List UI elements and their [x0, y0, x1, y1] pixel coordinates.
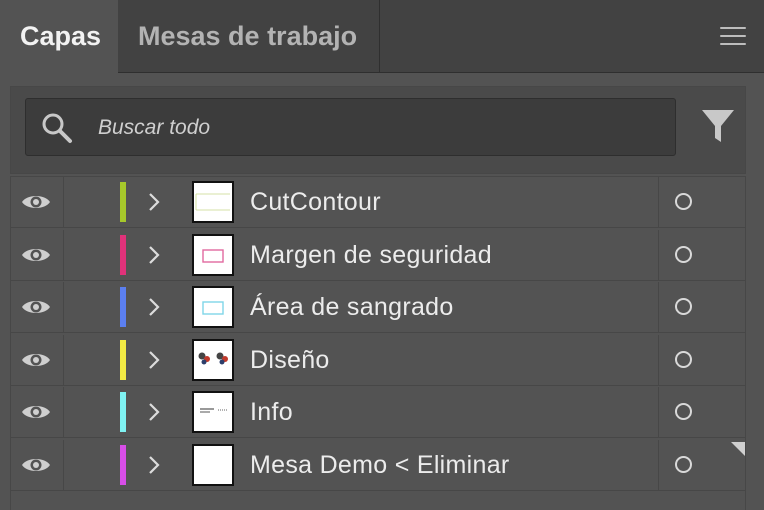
layers-list: CutContour Margen de seguridad Área de san…: [10, 176, 746, 510]
layer-row[interactable]: Diseño: [11, 334, 745, 386]
layer-row[interactable]: Área de sangrado: [11, 282, 745, 333]
target-circle-icon[interactable]: [675, 193, 692, 210]
layer-name[interactable]: Área de sangrado: [250, 282, 454, 333]
layer-color-swatch: [120, 287, 126, 327]
column-divider: [658, 439, 659, 490]
layer-thumbnail: [192, 443, 234, 486]
search-input[interactable]: [96, 99, 670, 157]
filter-icon[interactable]: [701, 108, 735, 144]
eye-icon[interactable]: [21, 350, 51, 370]
chevron-right-icon[interactable]: [147, 297, 161, 317]
layer-thumbnail: [192, 391, 234, 433]
chevron-right-icon[interactable]: [147, 402, 161, 422]
layer-name[interactable]: Info: [250, 387, 293, 438]
layer-row[interactable]: Margen de seguridad: [11, 229, 745, 281]
panel-tab-bar: Capas Mesas de trabajo: [0, 0, 764, 73]
column-divider: [658, 334, 659, 385]
target-circle-icon[interactable]: [675, 298, 692, 315]
layer-color-swatch: [120, 234, 126, 275]
column-divider: [63, 229, 64, 280]
chevron-right-icon[interactable]: [147, 455, 161, 475]
layer-row[interactable]: Info: [11, 387, 745, 438]
layer-name[interactable]: CutContour: [250, 177, 381, 228]
chevron-right-icon[interactable]: [147, 350, 161, 370]
column-divider: [63, 334, 64, 385]
chevron-right-icon[interactable]: [147, 192, 161, 212]
search-box[interactable]: [25, 98, 676, 157]
eye-icon[interactable]: [21, 455, 51, 475]
layer-name[interactable]: Diseño: [250, 335, 330, 386]
eye-icon[interactable]: [21, 192, 51, 212]
column-divider: [658, 387, 659, 437]
target-circle-icon[interactable]: [675, 455, 692, 473]
column-divider: [63, 439, 64, 490]
target-circle-icon[interactable]: [675, 245, 692, 263]
layer-thumbnail: [192, 233, 234, 276]
column-divider: [63, 387, 64, 437]
tab-mesas-de-trabajo[interactable]: Mesas de trabajo: [118, 0, 380, 72]
layer-row[interactable]: CutContour: [11, 177, 745, 228]
column-divider: [658, 177, 659, 227]
tab-capas[interactable]: Capas: [0, 0, 118, 73]
target-circle-icon[interactable]: [675, 403, 692, 420]
layer-name[interactable]: Margen de seguridad: [250, 230, 492, 281]
column-divider: [63, 177, 64, 227]
column-divider: [658, 282, 659, 332]
eye-icon[interactable]: [21, 245, 51, 265]
column-divider: [658, 229, 659, 280]
eye-icon[interactable]: [21, 297, 51, 317]
layer-thumbnail: [192, 286, 234, 328]
layer-color-swatch: [120, 444, 126, 485]
layer-thumbnail: [192, 181, 234, 223]
search-icon: [42, 113, 72, 143]
chevron-right-icon[interactable]: [147, 245, 161, 265]
search-panel: [10, 86, 746, 174]
layer-name[interactable]: Mesa Demo < Eliminar: [250, 440, 510, 491]
layer-color-swatch: [120, 339, 126, 380]
target-circle-icon[interactable]: [675, 350, 692, 368]
hamburger-menu-icon[interactable]: [720, 27, 746, 47]
layer-color-swatch: [120, 392, 126, 432]
layer-row[interactable]: Mesa Demo < Eliminar: [11, 439, 745, 491]
selection-corner-indicator: [731, 441, 745, 456]
layer-color-swatch: [120, 182, 126, 222]
column-divider: [63, 282, 64, 332]
layer-thumbnail: [192, 338, 234, 381]
eye-icon[interactable]: [21, 402, 51, 422]
